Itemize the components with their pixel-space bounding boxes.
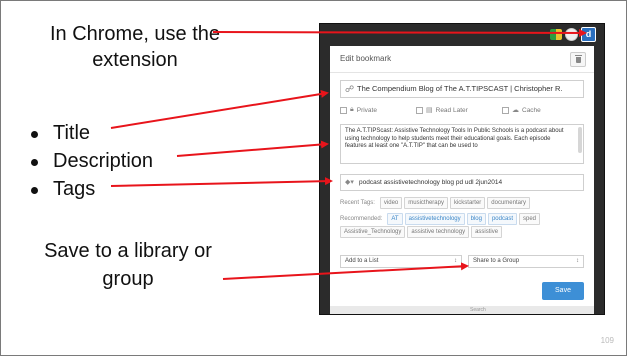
bookmark-title-field[interactable]: ☍ The Compendium Blog of The A.T.TIPSCAS…	[340, 80, 584, 98]
recommended-tag-chip[interactable]: assistive technology	[407, 226, 470, 238]
recent-tag-chip[interactable]: video	[379, 197, 403, 209]
select-arrows-icon: ↕	[576, 258, 579, 264]
bullet-description-text: Description	[53, 150, 154, 172]
description-scrollbar[interactable]	[578, 127, 582, 153]
recommended-tag-chip[interactable]: assistivetechnology	[404, 213, 465, 225]
cache-option[interactable]: ☁ Cache	[502, 106, 541, 114]
bullet-dot	[31, 187, 38, 194]
description-textarea[interactable]: The A.T.TIPScast: Assistive Technology T…	[340, 124, 584, 164]
share-to-group-select[interactable]: Share to a Group ↕	[468, 255, 584, 268]
share-to-group-label: Share to a Group	[473, 258, 520, 264]
private-label: Private	[356, 106, 377, 114]
extension-screenshot: d Edit bookmark ☍ The Compendium Blog of…	[319, 23, 605, 315]
cache-label: Cache	[522, 106, 541, 114]
bullet-tags-text: Tags	[53, 178, 96, 200]
browser-toolbar: d	[320, 24, 604, 46]
page-number: 109	[600, 336, 614, 345]
select-arrows-icon: ↕	[454, 258, 457, 264]
recommended-tag-chip[interactable]: podcast	[487, 213, 517, 225]
lock-icon: 🔒︎	[350, 106, 354, 113]
bullet-dot	[31, 131, 38, 138]
recommended-tag-chip[interactable]: Assistive_Technology	[340, 226, 406, 238]
recommended-tag-chip[interactable]: AT	[387, 213, 403, 225]
bullet-title-text: Title	[53, 122, 91, 144]
recommended-tags-row: Recommended: AT assistivetechnology blog…	[340, 213, 590, 225]
private-option[interactable]: 🔒︎ Private	[340, 106, 377, 114]
bullet-dot	[31, 159, 38, 166]
bullet-title: Title	[31, 119, 153, 147]
feature-bullet-list: Title Description Tags	[31, 119, 153, 203]
callout-intro: In Chrome, use the extension	[49, 23, 221, 71]
add-to-list-label: Add to a List	[345, 258, 379, 264]
recommended-tags-label: Recommended:	[340, 216, 383, 222]
read-later-label: Read Later	[435, 106, 468, 114]
recent-tag-chip[interactable]: documentary	[487, 197, 530, 209]
diigo-extension-icon[interactable]: d	[581, 27, 596, 42]
recent-tags-row: Recent Tags: video musictherapy kickstar…	[340, 197, 590, 209]
description-value: The A.T.TIPScast: Assistive Technology T…	[345, 128, 564, 149]
save-button[interactable]: Save	[542, 282, 584, 300]
link-icon: ☍	[345, 84, 355, 94]
cloud-icon: ☁	[512, 107, 519, 114]
popup-header: Edit bookmark	[330, 46, 594, 73]
add-to-list-select[interactable]: Add to a List ↕	[340, 255, 462, 268]
bookmark-options: 🔒︎ Private ▤ Read Later ☁ Cache	[340, 106, 584, 118]
delete-bookmark-button[interactable]	[570, 52, 586, 67]
recent-tag-chip[interactable]: kickstarter	[449, 197, 486, 209]
flag-icon[interactable]	[550, 29, 562, 40]
tag-icon: ◆▾	[345, 179, 354, 186]
recent-tag-chip[interactable]: musictherapy	[404, 197, 448, 209]
recommended-tag-chip[interactable]: sped	[518, 213, 540, 225]
tags-input[interactable]: ◆▾ podcast assistivetechnology blog pd u…	[340, 174, 584, 191]
cache-checkbox[interactable]	[502, 106, 509, 114]
slide: In Chrome, use the extension Title Descr…	[0, 0, 627, 356]
arrow-to-description	[176, 140, 329, 157]
extension-icons: d	[550, 27, 596, 42]
callout-save: Save to a library or group	[44, 240, 212, 290]
read-later-option[interactable]: ▤ Read Later	[416, 106, 468, 114]
recommended-tags-row-2: Assistive_Technology assistive technolog…	[340, 226, 590, 238]
recent-tags-label: Recent Tags:	[340, 200, 375, 206]
book-icon: ▤	[426, 107, 433, 114]
private-checkbox[interactable]	[340, 106, 347, 114]
popup-title: Edit bookmark	[340, 54, 392, 63]
bookmark-title-value: The Compendium Blog of The A.T.TIPSCAST …	[357, 84, 563, 93]
bullet-tags: Tags	[31, 175, 153, 203]
recommended-tag-chip[interactable]: blog	[466, 213, 486, 225]
bullet-description: Description	[31, 147, 153, 175]
edit-bookmark-popup: Edit bookmark ☍ The Compendium Blog of T…	[330, 46, 594, 306]
circle-icon[interactable]	[565, 28, 578, 41]
recommended-tag-chip[interactable]: assistive	[471, 226, 503, 238]
tags-value: podcast assistivetechnology blog pd udl …	[359, 179, 503, 186]
page-behind-popup: Search	[330, 306, 594, 314]
read-later-checkbox[interactable]	[416, 106, 423, 114]
trash-icon	[574, 54, 582, 63]
search-text: Search	[470, 307, 486, 313]
